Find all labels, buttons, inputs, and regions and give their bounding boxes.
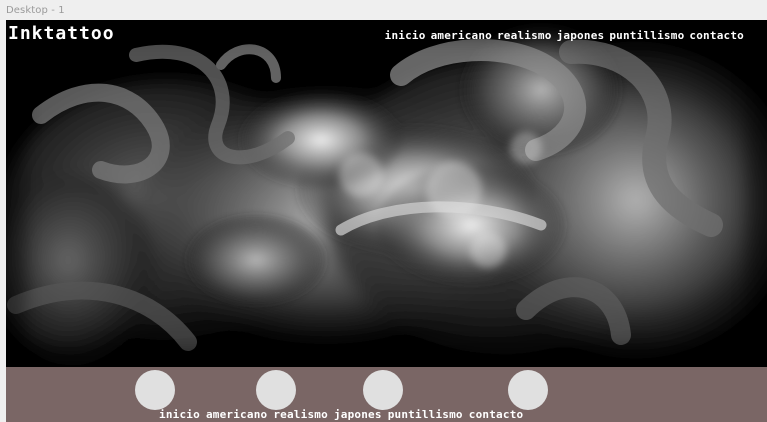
category-circle-americano[interactable] [256,370,296,410]
top-nav-item-realismo[interactable]: realismo [497,29,552,42]
bottom-nav-item-japones[interactable]: japones [334,408,382,421]
category-circle-puntillismo[interactable] [508,370,548,410]
top-navigation: inicio americano realismo japones puntil… [385,29,744,42]
category-circle-realismo[interactable] [363,370,403,410]
smoke-background-image [6,20,767,367]
desktop-artboard: Inktattoo inicio americano realismo japo… [6,20,767,422]
top-nav-item-puntillismo[interactable]: puntillismo [609,29,684,42]
site-logo[interactable]: Inktattoo [8,24,115,44]
bottom-nav-item-inicio[interactable]: inicio [159,408,200,421]
bottom-navigation: inicio americano realismo japones puntil… [159,408,523,421]
hero-section: Inktattoo inicio americano realismo japo… [6,20,767,367]
bottom-nav-item-puntillismo[interactable]: puntillismo [388,408,463,421]
top-nav-item-contacto[interactable]: contacto [689,29,744,42]
bottom-nav-item-realismo[interactable]: realismo [273,408,328,421]
top-nav-item-inicio[interactable]: inicio [385,29,426,42]
top-nav-item-americano[interactable]: americano [431,29,492,42]
category-circle-inicio[interactable] [135,370,175,410]
design-canvas: Desktop - 1 Inktattoo inicio americano r… [0,0,767,422]
top-nav-item-japones[interactable]: japones [557,29,605,42]
bottom-nav-item-contacto[interactable]: contacto [469,408,524,421]
footer-section: inicio americano realismo japones puntil… [6,367,767,422]
bottom-nav-item-americano[interactable]: americano [206,408,267,421]
artboard-title[interactable]: Desktop - 1 [6,5,65,17]
